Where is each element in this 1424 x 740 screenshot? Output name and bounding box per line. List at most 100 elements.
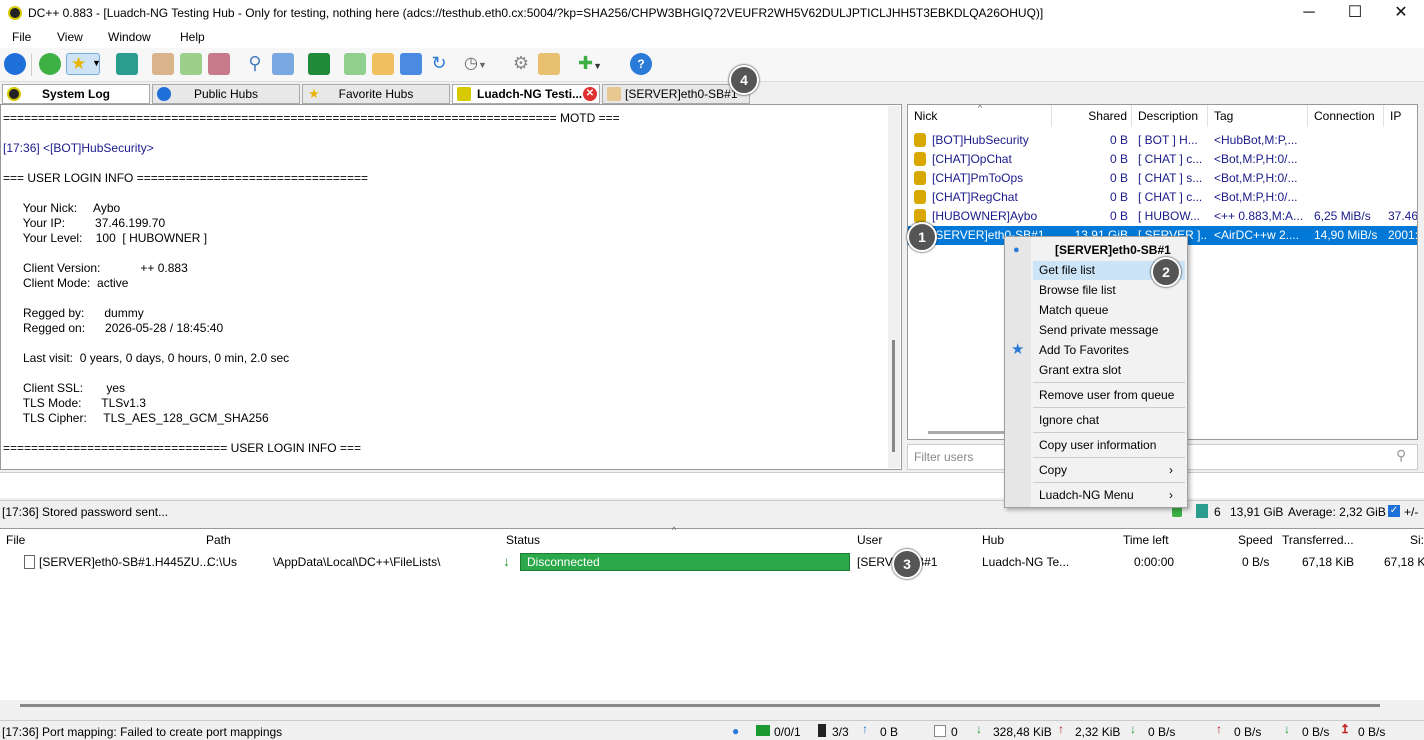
user-icon: ● [1013,244,1020,256]
menu-item-ignore-chat[interactable]: Ignore chat [1039,413,1099,427]
chat-line: Your Nick: Aybo [3,201,121,215]
menu-item-remove-user-from-queue[interactable]: Remove user from queue [1039,388,1174,402]
user-cell-ip: 2001: [1388,228,1418,242]
refresh-icon[interactable]: ↻ [428,53,450,75]
window-title: DC++ 0.883 - [Luadch-NG Testing Hub - On… [28,6,1044,20]
col-description[interactable]: Description [1132,105,1208,127]
plugins-icon[interactable]: ✚▼ [578,53,614,75]
users-icon [1196,504,1208,518]
tab-system-log[interactable]: System Log [2,84,150,104]
show-users-checkbox[interactable]: ✓ [1388,505,1400,517]
col-speed[interactable]: Speed [1238,533,1273,547]
reconnect-icon[interactable] [39,53,61,75]
user-cell-tag: <AirDC++w 2.... [1214,228,1300,242]
col-status[interactable]: Status [506,533,540,547]
user-cell-tag: <Bot,M:P,H:0/... [1214,152,1298,166]
col-hub[interactable]: Hub [982,533,1004,547]
annotation-badge-1: 1 [907,222,937,252]
settings-icon[interactable]: ⚙ [510,53,532,75]
recents-icon[interactable]: ◷▼ [464,53,496,75]
public-hubs-icon[interactable] [4,53,26,75]
menu-help[interactable]: Help [180,30,205,44]
maximize-button[interactable]: ☐ [1332,0,1378,26]
chat-line: Client Mode: active [3,276,129,290]
user-row[interactable]: [CHAT]RegChat 0 B [ CHAT ] c... <Bot,M:P,H:… [908,188,1417,207]
user-cell-shared: 0 B [1109,133,1128,147]
minimize-button[interactable]: ─ [1286,0,1332,26]
col-path[interactable]: Path [206,533,231,547]
downloaded-total: 328,48 KiB [993,725,1052,739]
chat-scrollbar-thumb[interactable] [892,340,895,452]
tab-hub-luadch[interactable]: Luadch-NG Testi... ✕ [452,84,600,104]
filter-users-input[interactable]: Filter users [914,450,973,464]
notepad-icon[interactable] [538,53,560,75]
menu-item-copy-user-information[interactable]: Copy user information [1039,438,1156,452]
search-icon[interactable]: ⚲ [244,53,266,75]
transfer-file[interactable]: [SERVER]eth0-SB#1.H445ZU... [39,555,210,569]
col-connection[interactable]: Connection [1308,105,1384,127]
adl-search-icon[interactable] [272,53,294,75]
annotation-badge-4: 4 [729,65,759,95]
menu-item-match-queue[interactable]: Match queue [1039,303,1108,317]
open-file-list-icon[interactable] [344,53,366,75]
sort-arrow-icon: ^ [978,104,983,113]
match-queue-icon[interactable] [400,53,422,75]
hscroll-thumb[interactable] [20,704,1380,707]
tab-file-list[interactable]: [SERVER]eth0-SB#1 [602,84,750,104]
chat-area[interactable]: ========================================… [0,104,902,470]
queue-icon[interactable] [152,53,174,75]
user-row[interactable]: [BOT]HubSecurity 0 B [ BOT ] H... <HubBot,M… [908,131,1417,150]
menu-view[interactable]: View [57,30,83,44]
finished-downloads-icon[interactable] [180,53,202,75]
hub-status-message: [17:36] Stored password sent... [2,505,169,519]
away-icon: ● [732,724,740,738]
user-cell-shared: 0 B [1109,190,1128,204]
col-time-left[interactable]: Time left [1123,533,1169,547]
upload-queue-icon: ↑ [862,722,868,736]
menu-item-copy[interactable]: Copy [1039,463,1067,477]
user-cell-desc: [ CHAT ] c... [1138,152,1203,166]
tab-favorite-hubs[interactable]: ★ Favorite Hubs [302,84,450,104]
chat-line: Client SSL: yes [3,381,126,395]
help-icon[interactable]: ? [630,53,652,75]
slots-icon [818,724,826,737]
close-button[interactable]: ✕ [1378,0,1424,26]
upload-speed: 0 B/s [1234,725,1262,739]
toggle-userlist[interactable]: +/- [1404,505,1418,519]
col-transferred[interactable]: Transferred... [1282,533,1354,547]
tab-public-hubs[interactable]: Public Hubs [152,84,300,104]
user-row[interactable]: [CHAT]PmToOps 0 B [ CHAT ] s... <Bot,M:P,H:… [908,169,1417,188]
col-shared[interactable]: Shared [1052,105,1132,127]
message-input[interactable] [0,472,1424,498]
user-row[interactable]: [CHAT]OpChat 0 B [ CHAT ] c... <Bot,M:P,H:0… [908,150,1417,169]
submenu-arrow-icon: › [1169,463,1173,477]
menu-item-send-private-message[interactable]: Send private message [1039,323,1158,337]
chat-line: Your Level: 100 [ HUBOWNER ] [3,231,208,245]
col-tag[interactable]: Tag [1208,105,1308,127]
menu-item-luadch-ng-menu[interactable]: Luadch-NG Menu [1039,488,1134,502]
favorite-hubs-icon[interactable]: ★ ▼ [66,53,101,75]
user-cell-tag: <HubBot,M:P,... [1214,133,1298,147]
menu-item-get-file-list[interactable]: Get file list [1039,263,1095,277]
close-tab-icon[interactable]: ✕ [583,87,597,101]
col-size[interactable]: Si: [1410,533,1424,547]
col-file[interactable]: File [6,533,25,547]
menu-item-grant-extra-slot[interactable]: Grant extra slot [1039,363,1121,377]
upload-limit: 0 B/s [1358,725,1386,739]
menu-window[interactable]: Window [108,30,151,44]
slots: 3/3 [832,725,849,739]
menu-item-browse-file-list[interactable]: Browse file list [1039,283,1116,297]
open-own-list-icon[interactable] [372,53,394,75]
menu-file[interactable]: File [12,30,31,44]
finished-uploads-icon[interactable] [208,53,230,75]
transfers-hscrollbar[interactable] [0,700,1424,714]
user-cell-nick: [BOT]HubSecurity [932,133,1029,147]
network-stats-icon[interactable] [308,53,330,75]
col-user[interactable]: User [857,533,882,547]
user-row[interactable]: [HUBOWNER]Aybo 0 B [ HUBOW... <++ 0.883,M:A… [908,207,1417,226]
users-icon[interactable] [116,53,138,75]
col-ip[interactable]: IP [1384,105,1417,127]
menu-item-add-to-favorites[interactable]: Add To Favorites [1039,343,1129,357]
menu-separator [1033,432,1185,433]
transfers-list[interactable]: File Path Status ^ User Hub Time left Sp… [0,525,1424,700]
